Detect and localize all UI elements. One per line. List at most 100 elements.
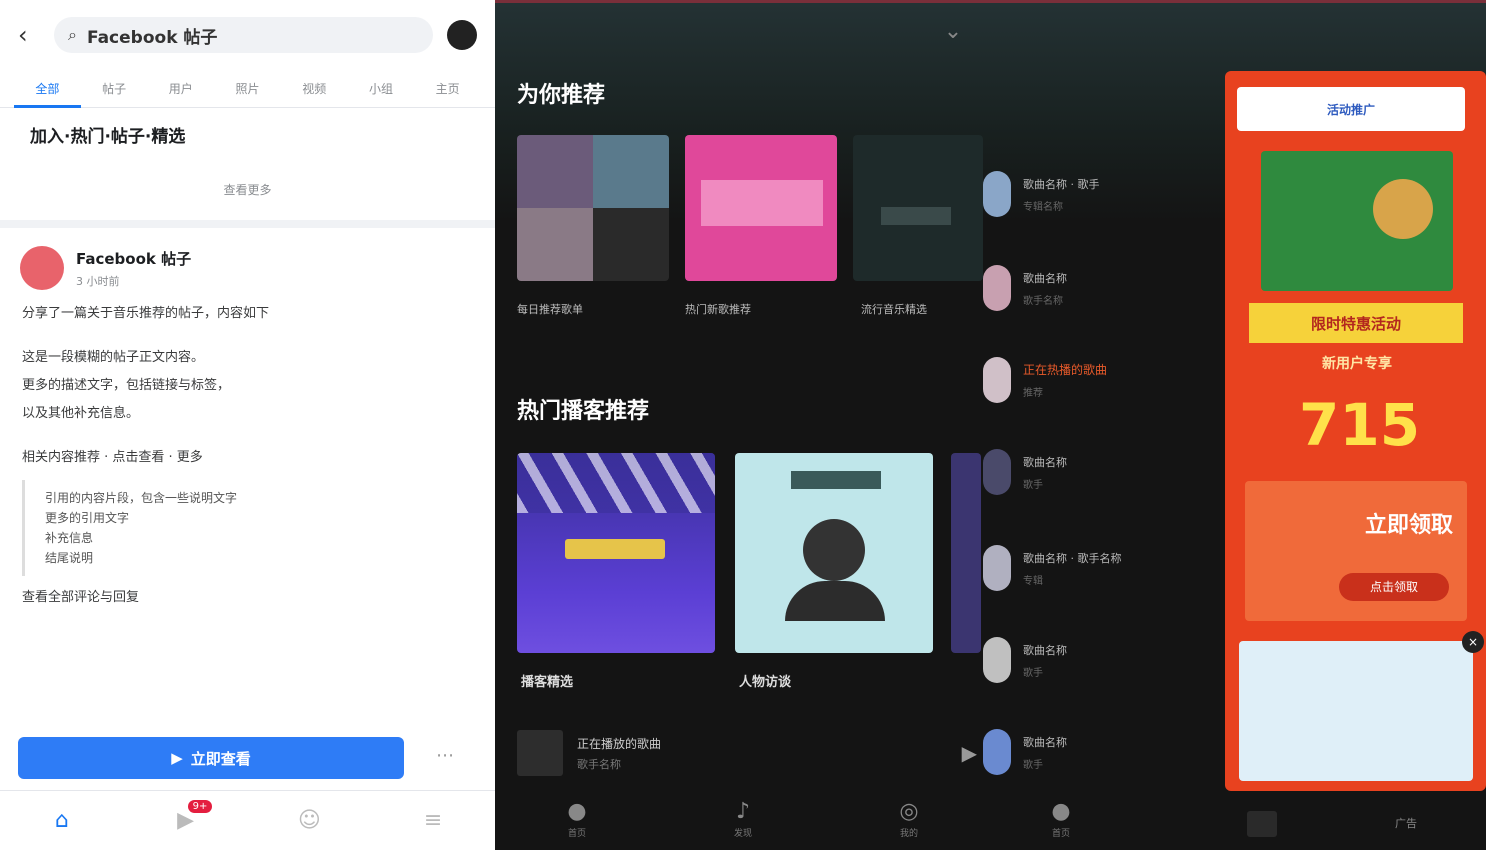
podcast-card[interactable] [951,453,981,653]
search-query-text: Facebook 帖子 [86,27,218,48]
play-icon[interactable]: ▶ [962,741,977,765]
primary-action-button[interactable]: ▶ 立即查看 [18,737,404,779]
song-thumb [983,545,1011,591]
playlist-card[interactable] [853,135,983,281]
filter-tabs: 全部 帖子 用户 照片 视频 小组 主页 [0,70,495,108]
tab-videos[interactable]: 视频 [281,80,348,97]
nav-discover[interactable]: ♪ 发现 [723,799,763,839]
podcast-cover [517,453,715,653]
post-timestamp: 3 小时前 [76,274,120,288]
song-thumb [983,637,1011,683]
now-playing-title: 正在播放的歌曲 [577,736,662,751]
list-item[interactable]: 歌曲名称 歌手名称 [983,253,1213,323]
list-item[interactable]: 正在热播的歌曲 推荐 [983,345,1213,415]
tab-pages[interactable]: 主页 [414,80,481,97]
nav-home[interactable]: ● 首页 [557,799,597,839]
home-icon[interactable]: ⌂ [0,808,124,833]
list-item-sub: 专辑名称 [1023,201,1063,213]
menu-icon[interactable]: ≡ [371,808,495,833]
tab-groups[interactable]: 小组 [348,80,415,97]
list-item-title: 歌曲名称 [1023,735,1067,749]
nav-label: 发现 [733,829,752,839]
more-options-icon[interactable]: ⋯ [420,745,470,773]
podcast-cover [951,453,981,653]
collapse-icon[interactable]: ⌄ [940,19,966,45]
podcast-card[interactable] [735,453,933,653]
list-item-title: 歌曲名称 · 歌手名称 [1023,551,1122,565]
video-nav[interactable]: ▶ 9+ [124,800,248,833]
list-item-title: 正在热播的歌曲 [1023,363,1108,377]
ad-big-number: 715 [1299,391,1421,459]
song-thumb [983,171,1011,217]
playlist-card[interactable] [685,135,837,281]
tab-people[interactable]: 用户 [147,80,214,97]
list-item-sub: 歌手 [1023,667,1043,679]
podcast-card[interactable] [517,453,715,653]
list-item-title: 歌曲名称 · 歌手 [1023,177,1100,191]
song-thumb [983,729,1011,775]
list-item-sub: 歌手 [1023,479,1043,491]
search-input[interactable]: ⌕ Facebook 帖子 [54,17,433,53]
post-author-name[interactable]: Facebook 帖子 [76,248,191,269]
podcast-cover [735,453,933,653]
post-author-avatar[interactable] [20,246,64,290]
playlist-cover [853,135,983,281]
playlist-card[interactable] [517,135,669,281]
playlist-cover [517,135,669,281]
tab-posts[interactable]: 帖子 [81,80,148,97]
post-text-line: 以及其他补充信息。 [22,406,140,421]
ad-claim-button[interactable]: 点击领取 [1339,573,1449,601]
ad-headline: 限时特惠活动 [1249,303,1463,343]
ad-header: 活动推广 [1237,87,1465,131]
tab-photos[interactable]: 照片 [214,80,281,97]
list-item-sub: 推荐 [1023,388,1043,399]
list-item-sub: 专辑 [1023,575,1043,587]
nav-label: 首页 [567,829,586,839]
ad-footer-label: 广告 [1395,817,1417,830]
post-text-line: 分享了一篇关于音乐推荐的帖子，内容如下 [22,306,270,321]
ad-subline: 新用户专享 [1322,356,1392,372]
now-playing-artist: 歌手名称 [577,757,621,771]
profile-icon: ◎ [899,799,919,824]
quote-line: 更多的引用文字 [45,511,130,525]
list-item[interactable]: 歌曲名称 · 歌手名称 专辑 [983,533,1213,603]
list-item[interactable]: 歌曲名称 歌手 [983,625,1213,695]
home-icon: ● [1051,799,1071,824]
nav-home-2[interactable]: ● 首页 [1041,799,1081,839]
nav-mine[interactable]: ◎ 我的 [889,799,929,839]
ad-promo-block: 立即领取 点击领取 [1245,481,1467,621]
tab-all[interactable]: 全部 [14,70,81,108]
post-related-line: 相关内容推荐 · 点击查看 · 更多 [22,450,203,465]
ad-bottom-image [1239,641,1473,781]
list-item[interactable]: 歌曲名称 · 歌手 专辑名称 [983,159,1213,229]
post-quote: 引用的内容片段，包含一些说明文字 更多的引用文字 补充信息 结尾说明 [22,480,473,576]
primary-action-label: 立即查看 [190,749,251,768]
bottom-nav: ⌂ ▶ 9+ ☺ ≡ [0,790,495,850]
facebook-screen: ‹ ⌕ Facebook 帖子 全部 帖子 用户 照片 视频 小组 主页 加入·… [0,0,495,850]
song-thumb [983,265,1011,311]
section-title-podcasts: 热门播客推荐 [517,399,650,424]
ad-emblem-icon [1373,179,1433,239]
playlist-card-label: 每日推荐歌单 [517,303,583,316]
view-comments-link[interactable]: 查看全部评论与回复 [0,584,495,612]
result-headline[interactable]: 加入·热门·帖子·精选 [0,108,495,151]
song-thumb [983,449,1011,495]
playlist-card-label: 热门新歌推荐 [685,303,751,316]
profile-avatar[interactable] [447,20,477,50]
close-icon[interactable]: × [1462,631,1484,653]
back-arrow-icon[interactable]: ‹ [18,23,40,47]
post-header: Facebook 帖子 3 小时前 [0,228,495,300]
profile-icon[interactable]: ☺ [248,808,372,833]
quote-line: 补充信息 [45,531,94,545]
now-playing-bar[interactable]: 正在播放的歌曲 歌手名称 ▶ [517,725,977,781]
list-item-title: 歌曲名称 [1023,643,1067,657]
list-item-sub: 歌手 [1023,759,1043,771]
post-text-line: 这是一段模糊的帖子正文内容。 [22,350,205,365]
ad-footer-icon[interactable] [1247,811,1277,837]
ad-banner[interactable]: 活动推广 限时特惠活动 新用户专享 715 立即领取 点击领取 × [1225,71,1486,791]
list-item-title: 歌曲名称 [1023,455,1067,469]
list-item-sub: 歌手名称 [1023,295,1063,307]
list-item[interactable]: 歌曲名称 歌手 [983,717,1213,787]
list-item[interactable]: 歌曲名称 歌手 [983,437,1213,507]
see-more-link[interactable]: 查看更多 [0,151,495,228]
